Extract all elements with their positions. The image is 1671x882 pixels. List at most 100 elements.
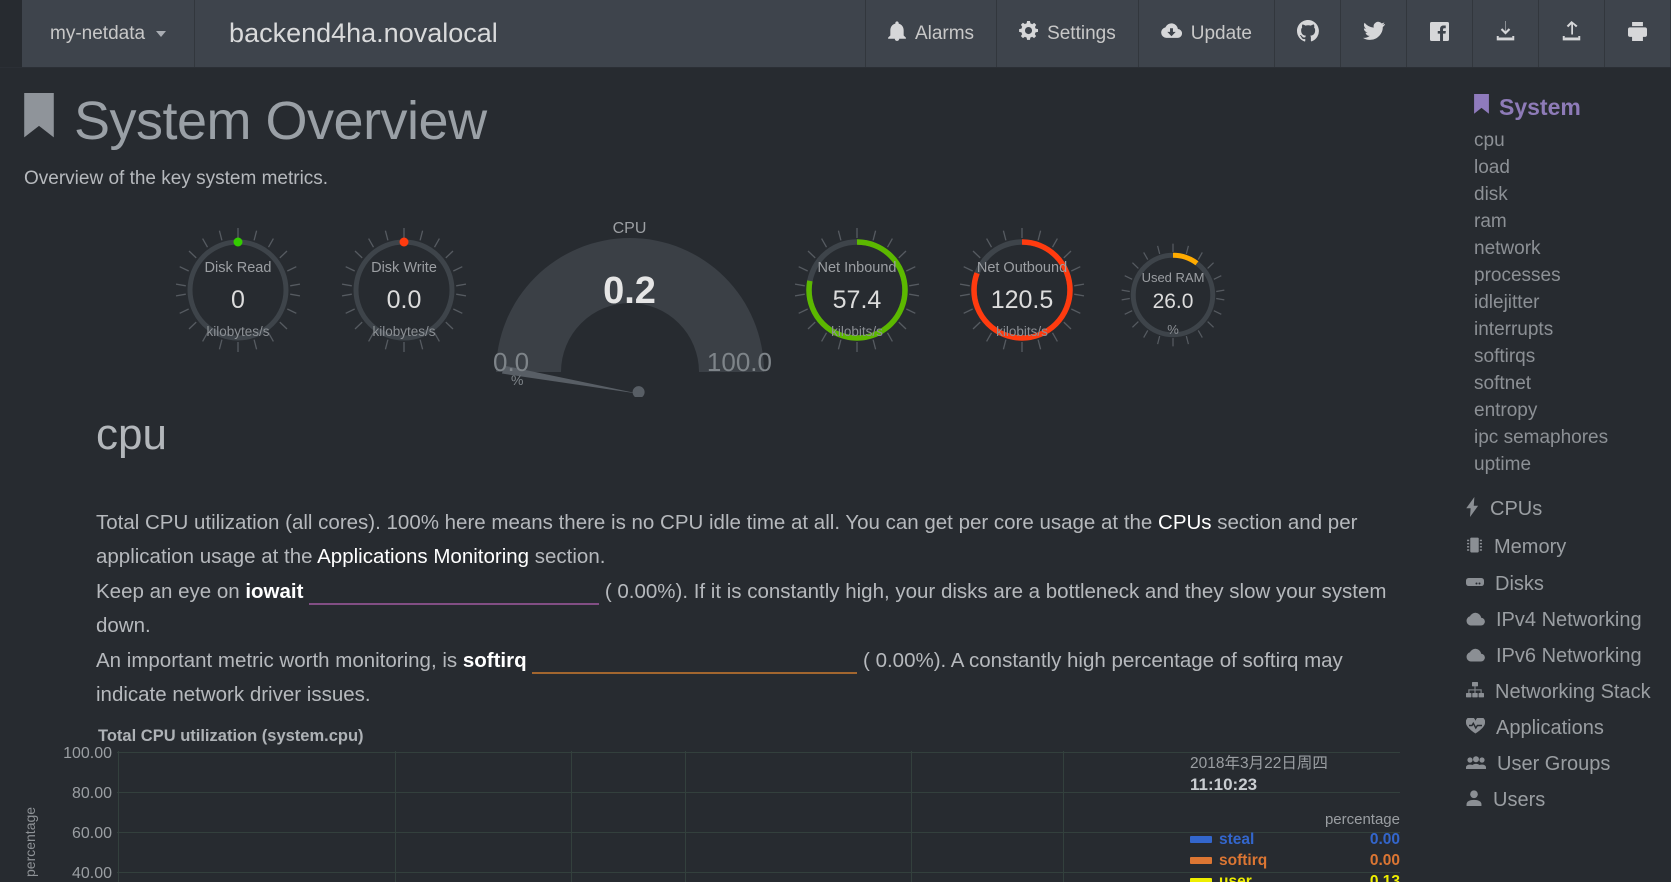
github-button[interactable] <box>1275 0 1341 67</box>
print-icon <box>1628 21 1647 46</box>
sidebar-item-ipv4-label: IPv4 Networking <box>1496 608 1642 631</box>
link-cpus[interactable]: CPUs <box>1158 511 1212 534</box>
sidebar-item-ipv6-networking[interactable]: IPv6 Networking <box>1460 645 1671 668</box>
sidebar-item-user-groups[interactable]: User Groups <box>1460 753 1671 776</box>
legend-unit: percentage <box>1324 810 1400 828</box>
navbar-left-spacer <box>0 0 22 67</box>
users-icon <box>1466 753 1486 776</box>
sidebar-section-system[interactable]: System <box>1460 94 1671 121</box>
gauge-net-inbound[interactable]: Net Inbound 57.4 kilobits/s <box>793 226 921 354</box>
sidebar-section-system-label: System <box>1499 94 1581 120</box>
sidebar-item-memory-label: Memory <box>1494 536 1567 559</box>
sidebar-sub-items: cpu load disk ram network processes idle… <box>1460 128 1671 479</box>
right-sidebar[interactable]: System cpu load disk ram network process… <box>1460 68 1671 882</box>
facebook-button[interactable] <box>1407 0 1473 67</box>
chart-y-tick-3: 40.00 <box>71 864 112 882</box>
gauge-disk-read-units: kilobytes/s <box>206 324 270 339</box>
sidebar-item-cpus[interactable]: CPUs <box>1460 496 1671 523</box>
sidebar-item-cpu[interactable]: cpu <box>1460 128 1671 155</box>
update-label: Update <box>1190 22 1252 44</box>
gauge-net-outbound-label: Net Outbound <box>976 260 1068 276</box>
sidebar-item-networking-stack-label: Networking Stack <box>1495 680 1651 703</box>
sidebar-item-interrupts[interactable]: interrupts <box>1460 317 1671 344</box>
gauge-net-outbound[interactable]: Net Outbound 120.5 kilobits/s <box>958 226 1086 354</box>
sidebar-item-cpus-label: CPUs <box>1490 498 1543 521</box>
chart-y-ticks: 100.00 80.00 60.00 40.00 <box>0 727 112 882</box>
iowait-sparkline <box>309 584 600 606</box>
sitemap-icon <box>1466 681 1484 704</box>
legend-swatch-user <box>1190 878 1212 882</box>
gauge-cpu[interactable]: CPU 0.2 0.0 100.0 % <box>487 220 772 402</box>
sidebar-item-softirqs[interactable]: softirqs <box>1460 344 1671 371</box>
cpu-chart[interactable]: Total CPU utilization (system.cpu) perce… <box>0 727 1460 882</box>
navbar-spacer <box>532 0 865 67</box>
section-description: Total CPU utilization (all cores). 100% … <box>96 506 1396 713</box>
gauge-disk-write[interactable]: Disk Write 0.0 kilobytes/s <box>340 226 468 354</box>
gauge-used-ram-label: Used RAM <box>1141 270 1205 285</box>
gauge-disk-read[interactable]: Disk Read 0 kilobytes/s <box>174 226 302 354</box>
print-button[interactable] <box>1605 0 1671 67</box>
sidebar-item-entropy[interactable]: entropy <box>1460 398 1671 425</box>
legend-name-steal: steal <box>1219 830 1255 848</box>
sidebar-item-user-groups-label: User Groups <box>1497 752 1611 775</box>
hdd-icon <box>1466 573 1484 596</box>
sidebar-item-applications[interactable]: Applications <box>1460 716 1671 740</box>
link-applications-monitoring[interactable]: Applications Monitoring <box>317 545 529 568</box>
gauge-cpu-max: 100.0 <box>706 347 772 377</box>
section-heading-cpu: cpu <box>96 410 167 459</box>
sidebar-item-disks[interactable]: Disks <box>1460 573 1671 596</box>
gauge-used-ram[interactable]: Used RAM 26.0 % <box>1120 242 1226 348</box>
legend-name-user: user <box>1219 872 1252 882</box>
import-icon <box>1496 21 1515 46</box>
gridline-vertical <box>911 750 912 882</box>
main-content: System Overview Overview of the key syst… <box>0 68 1460 882</box>
sidebar-item-processes[interactable]: processes <box>1460 263 1671 290</box>
chart-y-tick-1: 80.00 <box>71 784 112 802</box>
export-button[interactable] <box>1539 0 1605 67</box>
sidebar-item-disk[interactable]: disk <box>1460 182 1671 209</box>
sidebar-item-uptime[interactable]: uptime <box>1460 452 1671 479</box>
netdata-brand-label: my-netdata <box>50 22 146 44</box>
page-body: System Overview Overview of the key syst… <box>0 68 1671 882</box>
legend-item-softirq[interactable]: softirq 0.00 <box>1190 852 1400 870</box>
chevron-down-icon <box>156 30 167 37</box>
sidebar-item-softnet[interactable]: softnet <box>1460 371 1671 398</box>
sidebar-item-networking-stack[interactable]: Networking Stack <box>1460 681 1671 704</box>
legend-date: 2018年3月22日周四 <box>1190 754 1328 772</box>
legend-item-steal[interactable]: steal 0.00 <box>1190 831 1400 849</box>
gauge-cpu-unit: % <box>511 372 524 388</box>
settings-label: Settings <box>1047 22 1116 44</box>
sidebar-item-memory[interactable]: Memory <box>1460 536 1671 560</box>
legend-item-user[interactable]: user 0.13 <box>1190 873 1400 882</box>
sidebar-item-users[interactable]: Users <box>1460 789 1671 812</box>
legend-swatch-softirq <box>1190 857 1212 865</box>
sidebar-item-ram[interactable]: ram <box>1460 209 1671 236</box>
bolt-icon <box>1466 496 1479 523</box>
sidebar-main-items: CPUs Memory Disks IPv4 Networking IPv6 N… <box>1460 496 1671 812</box>
gauge-net-outbound-units: kilobits/s <box>996 324 1048 339</box>
bookmark-icon <box>22 90 56 152</box>
sidebar-item-idlejitter[interactable]: idlejitter <box>1460 290 1671 317</box>
legend-name-softirq: softirq <box>1219 851 1268 869</box>
desc-part-3: section. <box>529 545 606 569</box>
sidebar-item-network[interactable]: network <box>1460 236 1671 263</box>
settings-button[interactable]: Settings <box>997 0 1139 67</box>
import-button[interactable] <box>1473 0 1539 67</box>
iowait-value: ( 0.00%) <box>604 579 683 603</box>
bell-icon <box>888 20 906 47</box>
gauge-net-outbound-value: 120.5 <box>990 286 1054 314</box>
legend-swatch-steal <box>1190 836 1212 844</box>
sidebar-item-ipc-semaphores[interactable]: ipc semaphores <box>1460 425 1671 452</box>
update-button[interactable]: Update <box>1139 0 1275 67</box>
iowait-prefix: Keep an eye on <box>96 579 246 603</box>
twitter-icon <box>1362 21 1385 46</box>
twitter-button[interactable] <box>1341 0 1407 67</box>
netdata-brand-dropdown[interactable]: my-netdata <box>22 0 196 67</box>
alarms-button[interactable]: Alarms <box>864 0 998 67</box>
sidebar-item-ipv4-networking[interactable]: IPv4 Networking <box>1460 609 1671 632</box>
memory-icon <box>1466 536 1483 560</box>
sidebar-item-load[interactable]: load <box>1460 155 1671 182</box>
sidebar-item-disks-label: Disks <box>1495 572 1544 595</box>
gauge-net-inbound-label: Net Inbound <box>817 260 897 276</box>
gridline-vertical <box>395 750 396 882</box>
